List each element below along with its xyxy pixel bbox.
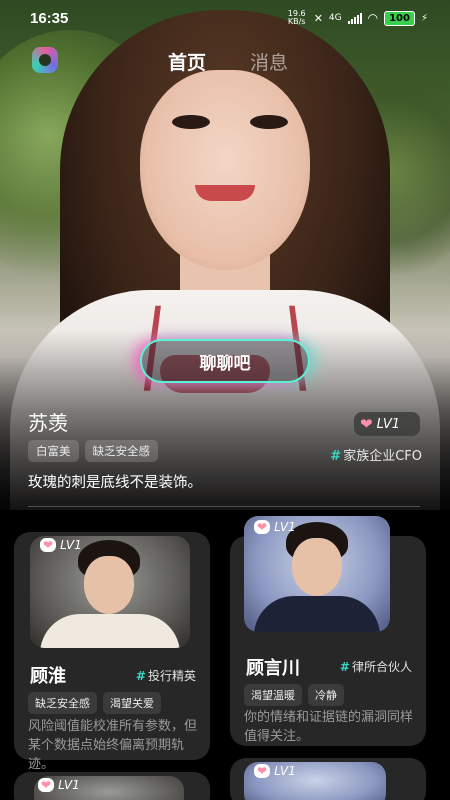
body — [254, 596, 380, 632]
signal-icon — [347, 12, 362, 24]
level-badge: ❤ LV1 — [40, 538, 82, 552]
heart-icon: ❤ — [254, 520, 271, 534]
character-card[interactable]: ❤ LV1 顾淮 # 投行精英 缺乏安全感 渴望关爱 风险阈值能校准所有参数，但某… — [14, 532, 210, 772]
level-label: LV1 — [376, 416, 401, 432]
face — [84, 556, 134, 614]
status-icons: 19.6 KB/s ✕ 4G ◠ 100 ⚡ — [286, 10, 428, 26]
hero-name: 苏羡 — [28, 411, 68, 435]
tag: 白富美 — [28, 440, 79, 462]
tag: 缺乏安全感 — [84, 440, 158, 462]
hero-lips — [195, 185, 255, 201]
tag: 缺乏安全感 — [28, 692, 97, 714]
character-card[interactable]: ❤ LV1 — [230, 758, 426, 800]
role-label: 家族企业CFO — [343, 449, 422, 464]
divider — [28, 506, 420, 507]
hero-tags: 白富美 缺乏安全感 — [28, 440, 158, 462]
tab-home[interactable]: 首页 — [168, 48, 206, 75]
character-tags: 渴望温暖 冷静 — [244, 684, 344, 706]
hero-role: # 家族企业CFO — [330, 445, 422, 464]
hero-eye — [172, 115, 210, 129]
heart-icon: ❤ — [254, 764, 271, 778]
character-name: 顾言川 — [246, 658, 300, 679]
character-photo — [30, 536, 190, 648]
level-badge: ❤ LV1 — [354, 412, 420, 436]
character-description: 风险阈值能校准所有参数，但某个数据点始终偏离预期轨迹。 — [28, 719, 198, 772]
level-badge: ❤ LV1 — [254, 520, 296, 534]
tag: 渴望温暖 — [244, 684, 302, 706]
character-card[interactable]: ❤ LV1 顾言川 # 律所合伙人 渴望温暖 冷静 你的情绪和证据链的漏洞同样值得… — [230, 516, 426, 746]
hero-eye — [250, 115, 288, 129]
mute-icon: ✕ — [313, 11, 323, 25]
chat-button[interactable]: 聊聊吧 — [140, 339, 310, 383]
status-time: 16:35 — [30, 9, 69, 27]
body — [40, 614, 180, 648]
heart-icon: ❤ — [38, 778, 55, 792]
wifi-icon: ◠ — [367, 11, 379, 25]
character-name: 顾淮 — [30, 666, 66, 687]
role-label: 律所合伙人 — [351, 660, 412, 674]
battery-icon: 100 — [384, 10, 415, 26]
top-nav: 首页 消息 — [0, 48, 450, 80]
hero-quote: 玫瑰的刺是底线不是装饰。 — [28, 475, 202, 491]
face — [292, 538, 342, 596]
character-feed: ❤ LV1 顾淮 # 投行精英 缺乏安全感 渴望关爱 风险阈值能校准所有参数，但某… — [0, 510, 450, 800]
tab-messages[interactable]: 消息 — [250, 48, 288, 75]
level-label: LV1 — [274, 764, 296, 778]
heart-icon: ❤ — [360, 415, 373, 433]
character-card[interactable]: ❤ LV1 — [14, 772, 210, 800]
status-bar: 16:35 19.6 KB/s ✕ 4G ◠ 100 ⚡ — [0, 0, 450, 36]
level-label: LV1 — [60, 538, 82, 552]
net-speed: 19.6 KB/s — [287, 9, 306, 26]
level-label: LV1 — [274, 520, 296, 534]
role-label: 投行精英 — [147, 669, 196, 683]
level-label: LV1 — [58, 778, 80, 792]
tag: 渴望关爱 — [103, 692, 161, 714]
network-label: 4G — [328, 13, 342, 23]
character-role: # 投行精英 — [136, 667, 196, 684]
hero-face — [140, 70, 310, 270]
character-tags: 缺乏安全感 渴望关爱 — [28, 692, 161, 714]
tag: 冷静 — [308, 684, 344, 706]
level-badge: ❤ LV1 — [254, 764, 296, 778]
character-role: # 律所合伙人 — [340, 658, 412, 675]
character-description: 你的情绪和证据链的漏洞同样值得关注。 — [244, 710, 414, 744]
charging-icon: ⚡ — [420, 12, 428, 24]
heart-icon: ❤ — [40, 538, 57, 552]
level-badge: ❤ LV1 — [38, 778, 80, 792]
hash-icon: # — [339, 660, 350, 674]
hash-icon: # — [135, 669, 146, 683]
hash-icon: # — [330, 449, 342, 464]
